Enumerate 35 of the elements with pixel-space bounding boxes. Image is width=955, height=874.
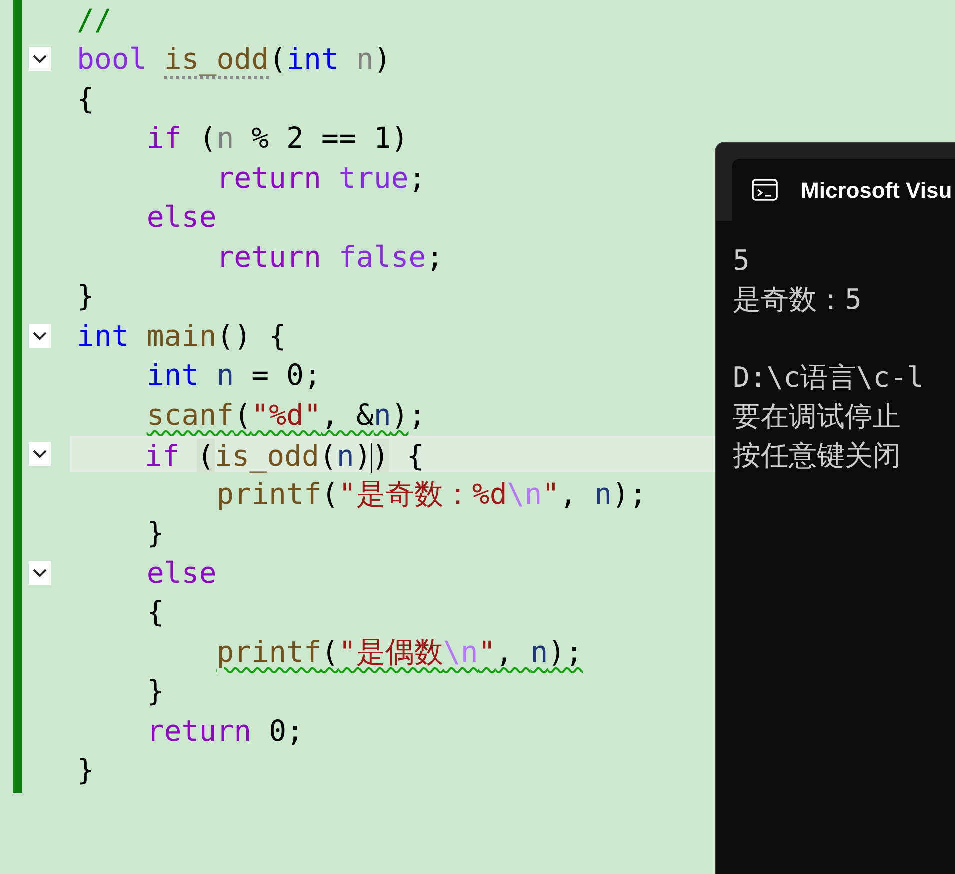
code-line: else — [146, 554, 217, 591]
code-line: printf("是偶数\n", n); — [216, 634, 584, 670]
chevron-icon — [32, 54, 48, 64]
console-output-line: 5 — [733, 243, 751, 279]
code-line: { — [146, 594, 164, 630]
code-line: // — [76, 2, 112, 38]
code-line: else — [146, 199, 217, 236]
console-output-line: 按任意键关闭 — [733, 438, 902, 474]
console-tab[interactable]: Microsoft Visu — [732, 159, 955, 221]
chevron-icon — [32, 568, 48, 578]
window-title: Microsoft Visu — [801, 176, 952, 204]
fold-toggle[interactable] — [29, 47, 51, 72]
code-line: } — [76, 752, 94, 788]
terminal-icon — [752, 179, 778, 201]
code-line: } — [146, 673, 164, 710]
code-line: int n = 0; — [146, 357, 322, 394]
code-line: printf("是奇数：%d\n", n); — [216, 476, 647, 512]
code-line: return 0; — [146, 712, 304, 749]
fold-toggle[interactable] — [29, 324, 51, 348]
code-line: bool is_odd(int n) — [75, 41, 392, 78]
code-line: return true; — [216, 160, 426, 196]
code-line: return false; — [216, 238, 444, 275]
console-output-line: D:\c语言\c-l — [733, 360, 925, 396]
code-line: int main() { — [76, 318, 287, 354]
fold-toggle[interactable] — [29, 442, 51, 466]
code-line: } — [146, 515, 164, 552]
fold-toggle[interactable] — [29, 560, 51, 585]
console-output-line: 要在调试停止 — [733, 399, 902, 435]
code-line: scanf("%d", &n); — [146, 396, 426, 433]
code-line: { — [76, 80, 94, 117]
console-output-line: 是奇数：5 — [733, 282, 863, 318]
code-line: if (n % 2 == 1) — [146, 120, 409, 156]
chevron-icon — [32, 330, 48, 341]
code-line: } — [76, 278, 94, 314]
chevron-icon — [32, 449, 48, 460]
